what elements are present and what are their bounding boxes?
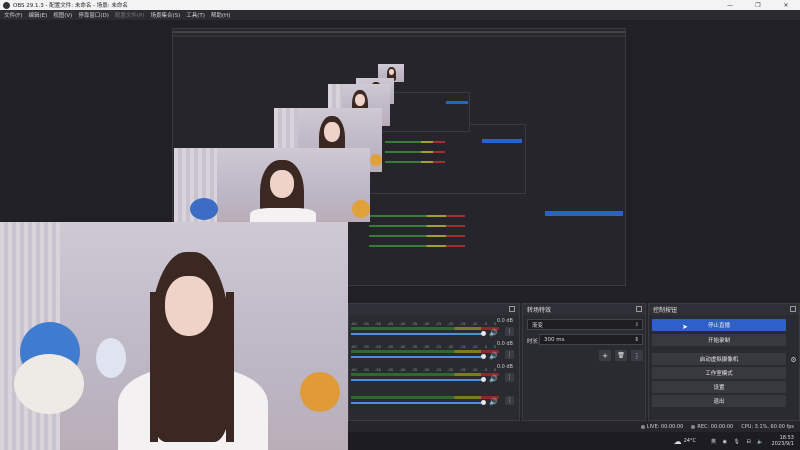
mixer-db-value: 0.0 dB xyxy=(496,341,513,347)
speaker-icon[interactable]: 🔊 xyxy=(489,329,498,337)
menu-file[interactable]: 文件(F) xyxy=(4,11,22,19)
window-controls: — ❐ ✕ xyxy=(716,0,800,10)
mixer-scale: -60 -55 -50 -45 -40 -35 -30 -25 -20 -15 -10 -5 0 xyxy=(351,368,496,372)
exit-button[interactable]: 退出 xyxy=(652,395,786,407)
volume-slider[interactable] xyxy=(351,379,481,381)
duration-label: 时长 xyxy=(527,339,539,345)
minimize-button[interactable]: — xyxy=(716,0,744,10)
mixer-scale: -60 -55 -50 -45 -40 -35 -30 -25 -20 -15 -10 -5 0 xyxy=(351,345,496,349)
controls-header: 控制按钮 xyxy=(649,304,799,315)
transition-properties-button[interactable]: ⋮ xyxy=(631,350,643,361)
rec-status: REC: 00:00:00 xyxy=(691,424,733,430)
mixer-row: 0.0 dB -60 -55 -50 -45 -40 -35 -30 -25 -20 -15 -10… xyxy=(349,364,517,386)
volume-slider-handle[interactable] xyxy=(481,377,486,382)
ime-indicator[interactable]: 英 xyxy=(711,439,716,445)
controls-title: 控制按钮 xyxy=(653,307,678,314)
cloud-icon: ☁ xyxy=(673,436,682,446)
undock-icon[interactable] xyxy=(509,306,515,312)
live-status: LIVE: 00:00:00 xyxy=(640,424,683,430)
speaker-icon[interactable]: 🔊 xyxy=(489,398,498,406)
window-title: OBS 29.1.3 - 配置文件: 未命名 - 场景: 未命名 xyxy=(13,3,128,9)
volume-icon[interactable]: 🔈 xyxy=(757,439,763,445)
volume-slider[interactable] xyxy=(351,402,481,404)
mixer-more-icon[interactable]: ⋮ xyxy=(505,373,514,382)
volume-slider-handle[interactable] xyxy=(481,331,486,336)
speaker-icon[interactable]: 🔊 xyxy=(489,375,498,383)
docks-area: 0.0 dB -60 -55 -50 -45 -40 -35 -30 -25 -20 -15 -10… xyxy=(348,303,800,421)
mixer-row: 🔊 ⋮ xyxy=(349,387,517,409)
mixer-more-icon[interactable]: ⋮ xyxy=(505,350,514,359)
chevron-updown-icon: ⇕ xyxy=(634,336,639,343)
volume-slider[interactable] xyxy=(351,356,481,358)
remove-transition-button[interactable]: 🗑 xyxy=(615,350,627,361)
volume-slider[interactable] xyxy=(351,333,481,335)
transitions-dock: 转场特效 渐变 ⇕ 时长 300 ms ⇕ + 🗑 ⋮ xyxy=(522,303,646,421)
system-tray: 英 ◉ 🎙 ⊟ 🔈 xyxy=(706,438,764,445)
os-taskbar: ☁ 24°C 英 ◉ 🎙 ⊟ 🔈 18:53 2023/9/1 xyxy=(348,432,800,450)
obs-logo-icon xyxy=(3,1,10,9)
menu-help[interactable]: 帮助(H) xyxy=(211,11,230,19)
window-titlebar: OBS 29.1.3 - 配置文件: 未命名 - 场景: 未命名 — ❐ ✕ xyxy=(0,0,800,10)
menu-bar: 文件(F) 编辑(E) 视图(V) 停靠窗口(D) 配置文件(P) 场景集合(S… xyxy=(0,10,800,20)
system-clock[interactable]: 18:53 2023/9/1 xyxy=(772,435,794,447)
mixer-header xyxy=(349,304,519,315)
start-recording-button[interactable]: 开始录制 xyxy=(652,334,786,346)
volume-meter xyxy=(351,350,499,353)
menu-view[interactable]: 视图(V) xyxy=(53,11,72,19)
chevron-updown-icon: ⇕ xyxy=(634,321,639,328)
preview-canvas[interactable] xyxy=(0,20,800,450)
volume-meter xyxy=(351,327,499,330)
mixer-scale: -60 -55 -50 -45 -40 -35 -30 -25 -20 -15 -10 -5 0 xyxy=(351,322,496,326)
mixer-row: 0.0 dB -60 -55 -50 -45 -40 -35 -30 -25 -20 -15 -10… xyxy=(349,341,517,363)
mixer-row: 0.0 dB -60 -55 -50 -45 -40 -35 -30 -25 -20 -15 -10… xyxy=(349,318,517,340)
cpu-status: CPU: 3.1%, 60.00 fps xyxy=(741,423,794,430)
camera-thumb-xlarge xyxy=(174,148,370,222)
undock-icon[interactable] xyxy=(790,306,796,312)
menu-docks[interactable]: 停靠窗口(D) xyxy=(78,11,109,19)
microphone-icon[interactable]: 🎙 xyxy=(734,439,740,445)
start-virtual-camera-button[interactable]: 启动虚拟摄像机 xyxy=(652,353,786,365)
obs-tray-icon[interactable]: ◉ xyxy=(723,439,727,445)
speaker-icon[interactable]: 🔊 xyxy=(489,352,498,360)
duration-field[interactable]: 300 ms ⇕ xyxy=(539,334,643,345)
menu-tools[interactable]: 工具(T) xyxy=(186,11,205,19)
stop-streaming-button[interactable]: 停止直播 xyxy=(652,319,786,331)
mixer-db-value: 0.0 dB xyxy=(496,318,513,324)
duration-value: 300 ms xyxy=(544,336,565,343)
network-icon[interactable]: ⊟ xyxy=(747,439,751,445)
studio-mode-button[interactable]: 工作室模式 xyxy=(652,367,786,379)
trash-icon: 🗑 xyxy=(617,352,625,359)
mouse-cursor-icon: ➤ xyxy=(682,323,688,331)
undock-icon[interactable] xyxy=(636,306,642,312)
maximize-button[interactable]: ❐ xyxy=(744,0,772,10)
status-bar: LIVE: 00:00:00 REC: 00:00:00 CPU: 3.1%, … xyxy=(348,421,800,432)
mixer-db-value: 0.0 dB xyxy=(496,364,513,370)
volume-meter xyxy=(351,396,499,399)
mixer-more-icon[interactable]: ⋮ xyxy=(505,396,514,405)
camera-main-view xyxy=(0,222,348,450)
volume-slider-handle[interactable] xyxy=(481,400,486,405)
live-indicator-icon xyxy=(640,424,645,429)
volume-slider-handle[interactable] xyxy=(481,354,486,359)
transition-select[interactable]: 渐变 ⇕ xyxy=(527,319,643,330)
mixer-more-icon[interactable]: ⋮ xyxy=(505,327,514,336)
settings-button[interactable]: 设置 xyxy=(652,381,786,393)
volume-meter xyxy=(351,373,499,376)
transition-selected-value: 渐变 xyxy=(532,322,544,329)
menu-scene-collection[interactable]: 场景集合(S) xyxy=(150,11,180,19)
rec-indicator-icon xyxy=(691,424,696,429)
menu-edit[interactable]: 编辑(E) xyxy=(28,11,47,19)
gear-icon[interactable]: ⚙ xyxy=(789,355,798,364)
temperature: 24°C xyxy=(683,438,696,444)
weather-widget[interactable]: ☁ 24°C xyxy=(674,437,696,446)
transitions-header: 转场特效 xyxy=(523,304,645,315)
audio-mixer-dock: 0.0 dB -60 -55 -50 -45 -40 -35 -30 -25 -20 -15 -10… xyxy=(348,303,520,421)
controls-dock: 控制按钮 停止直播 开始录制 启动虚拟摄像机 ⚙ 工作室模式 设置 退出 ➤ xyxy=(648,303,800,421)
menu-profile[interactable]: 配置文件(P) xyxy=(115,11,145,19)
clock-date: 2023/9/1 xyxy=(771,441,794,447)
close-button[interactable]: ✕ xyxy=(772,0,800,10)
add-transition-button[interactable]: + xyxy=(599,350,611,361)
transitions-title: 转场特效 xyxy=(527,307,552,314)
